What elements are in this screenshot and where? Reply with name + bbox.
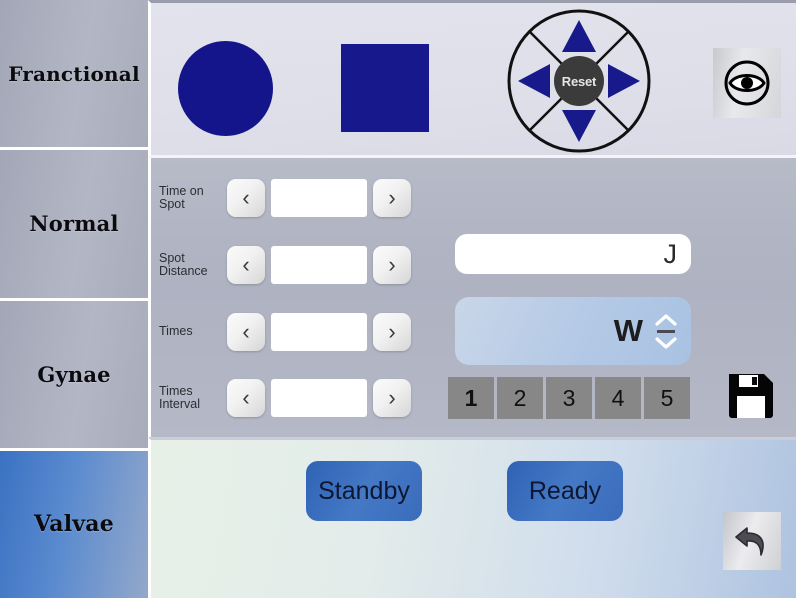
param-label: Time on Spot <box>159 183 204 211</box>
application-window: Franctional Normal Gynae Valvae Reset Ti… <box>0 0 796 598</box>
decrement-button[interactable]: ‹ <box>227 179 265 217</box>
standby-button[interactable]: Standby <box>306 461 422 521</box>
preview-eye-button[interactable] <box>713 48 781 118</box>
times-input[interactable] <box>271 313 367 351</box>
content-area: Reset Time on Spot ‹ › Spot Distance ‹ ›… <box>148 0 796 598</box>
sidebar-item-gynae[interactable]: Gynae <box>0 300 148 451</box>
decrement-button[interactable]: ‹ <box>227 313 265 351</box>
undo-arrow-icon <box>735 527 764 556</box>
chevron-right-icon: › <box>388 185 396 210</box>
eye-icon <box>724 60 770 106</box>
save-button[interactable] <box>724 369 778 423</box>
preset-buttons: 1 2 3 4 5 <box>448 377 690 419</box>
param-row-times-interval: Times Interval ‹ › <box>159 376 411 420</box>
action-panel: Standby Ready <box>148 437 796 598</box>
param-row-spot-distance: Spot Distance ‹ › <box>159 243 411 287</box>
time-on-spot-input[interactable] <box>271 179 367 217</box>
sidebar-item-valvae[interactable]: Valvae <box>0 450 148 598</box>
preset-button-4[interactable]: 4 <box>595 377 641 419</box>
param-row-time-on-spot: Time on Spot ‹ › <box>159 176 411 220</box>
shape-toolbar: Reset <box>148 0 796 158</box>
preset-button-5[interactable]: 5 <box>644 377 690 419</box>
floppy-save-icon <box>729 374 773 418</box>
reset-label: Reset <box>561 73 597 89</box>
param-label: Spot Distance <box>159 250 208 278</box>
circle-shape[interactable] <box>178 41 273 136</box>
power-watt-input[interactable]: W <box>455 297 691 365</box>
chevron-right-icon: › <box>388 252 396 277</box>
chevron-left-icon: ‹ <box>242 252 250 277</box>
increment-button[interactable]: › <box>373 246 411 284</box>
sidebar-item-label: Gynae <box>37 361 111 387</box>
arrow-left-icon[interactable] <box>518 64 550 98</box>
times-interval-input[interactable] <box>271 379 367 417</box>
direction-pad[interactable]: Reset <box>505 7 653 155</box>
chevron-left-icon: ‹ <box>242 385 250 410</box>
decrement-button[interactable]: ‹ <box>227 379 265 417</box>
watt-unit-label: W <box>613 313 643 348</box>
watt-stepper[interactable] <box>653 313 679 349</box>
arrow-down-icon[interactable] <box>562 110 596 142</box>
chevron-down-icon[interactable] <box>655 336 677 349</box>
increment-button[interactable]: › <box>373 179 411 217</box>
sidebar-item-normal[interactable]: Normal <box>0 150 148 301</box>
decrement-button[interactable]: ‹ <box>227 246 265 284</box>
sidebar-item-label: Franctional <box>8 61 140 86</box>
square-shape[interactable] <box>341 44 429 132</box>
preset-button-3[interactable]: 3 <box>546 377 592 419</box>
chevron-left-icon: ‹ <box>242 185 250 210</box>
ready-button[interactable]: Ready <box>507 461 623 521</box>
parameter-panel: Time on Spot ‹ › Spot Distance ‹ › Times… <box>148 158 796 437</box>
stepper-divider <box>657 329 675 333</box>
arrow-up-icon[interactable] <box>562 20 596 52</box>
increment-button[interactable]: › <box>373 379 411 417</box>
chevron-up-icon[interactable] <box>655 313 677 326</box>
arrow-right-icon[interactable] <box>608 64 640 98</box>
sidebar-item-label: Valvae <box>34 511 114 538</box>
param-label: Times <box>159 324 193 339</box>
param-row-times: Times ‹ › <box>159 310 411 354</box>
preset-button-1[interactable]: 1 <box>448 377 494 419</box>
param-label: Times Interval <box>159 383 200 411</box>
spot-distance-input[interactable] <box>271 246 367 284</box>
sidebar-item-franctional[interactable]: Franctional <box>0 0 148 151</box>
chevron-right-icon: › <box>388 385 396 410</box>
reset-button[interactable]: Reset <box>554 56 604 106</box>
increment-button[interactable]: › <box>373 313 411 351</box>
joule-unit-label: J <box>663 238 678 269</box>
energy-joule-input[interactable]: J <box>455 234 691 274</box>
chevron-left-icon: ‹ <box>242 319 250 344</box>
mode-sidebar: Franctional Normal Gynae Valvae <box>0 0 148 598</box>
preset-button-2[interactable]: 2 <box>497 377 543 419</box>
chevron-right-icon: › <box>388 319 396 344</box>
sidebar-item-label: Normal <box>29 211 119 237</box>
back-button[interactable] <box>723 512 781 570</box>
